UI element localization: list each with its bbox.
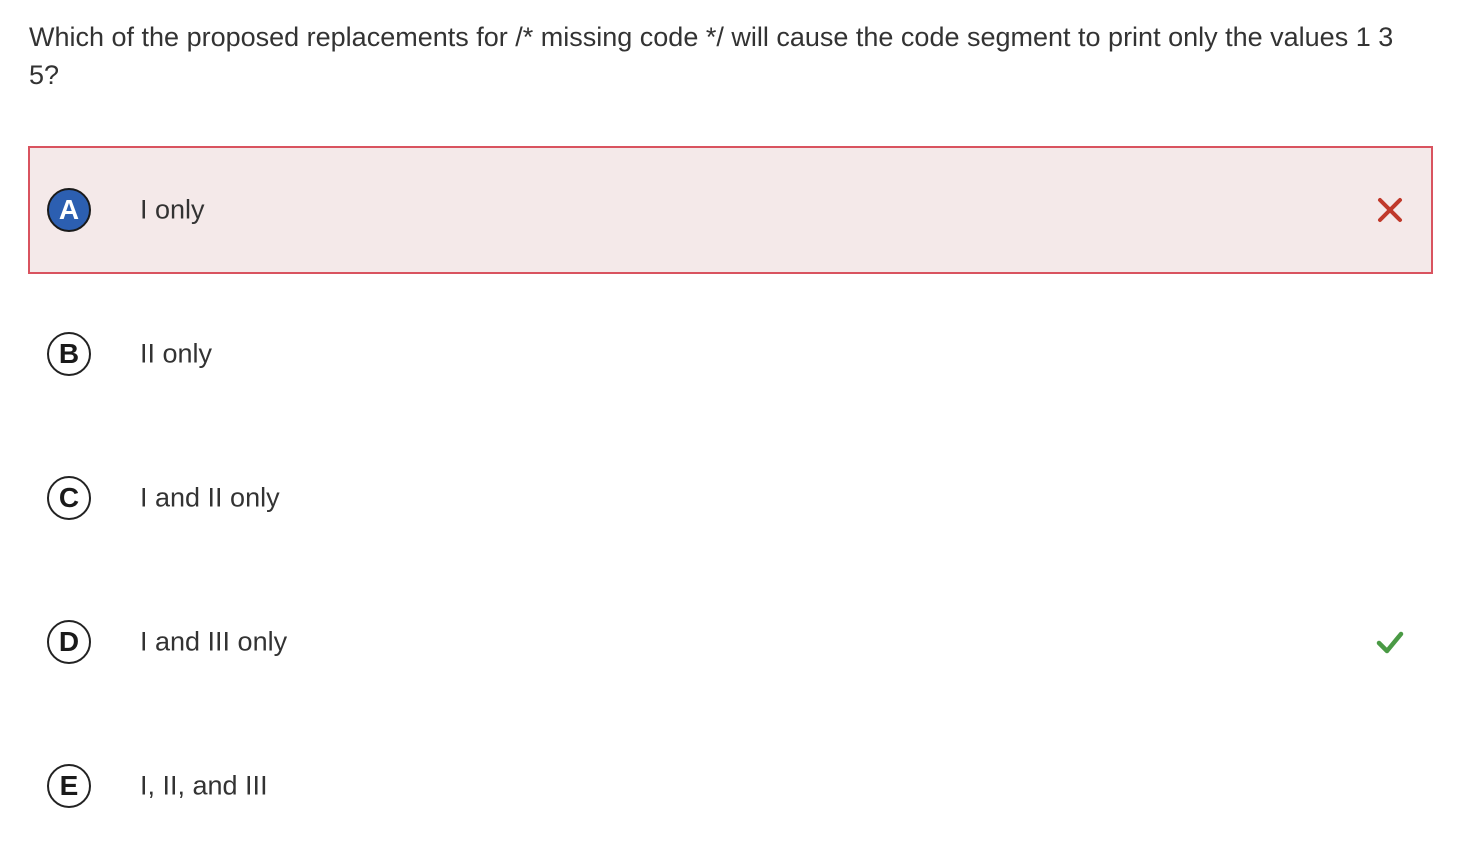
choice-letter-a: A	[47, 188, 91, 232]
choice-letter-e: E	[47, 764, 91, 808]
choice-text-c: I and II only	[140, 482, 280, 513]
choice-text-b: II only	[140, 338, 213, 369]
choice-c[interactable]: C I and II only	[28, 434, 1433, 562]
choice-e[interactable]: E I, II, and III	[28, 722, 1433, 850]
choice-letter-b: B	[47, 332, 91, 376]
check-icon	[1376, 631, 1404, 654]
choice-text-e: I, II, and III	[140, 770, 268, 801]
choice-d[interactable]: D I and III only	[28, 578, 1433, 706]
choice-letter-d: D	[47, 620, 91, 664]
choice-a[interactable]: A I only	[28, 146, 1433, 274]
question-text: Which of the proposed replacements for /…	[29, 22, 1394, 90]
answer-choices: A I only B II only C I and II only D I a…	[28, 146, 1433, 866]
choice-letter-c: C	[47, 476, 91, 520]
choice-text-d: I and III only	[140, 626, 288, 657]
choice-text-a: I only	[140, 194, 205, 225]
x-icon	[1378, 198, 1402, 222]
choice-b[interactable]: B II only	[28, 290, 1433, 418]
